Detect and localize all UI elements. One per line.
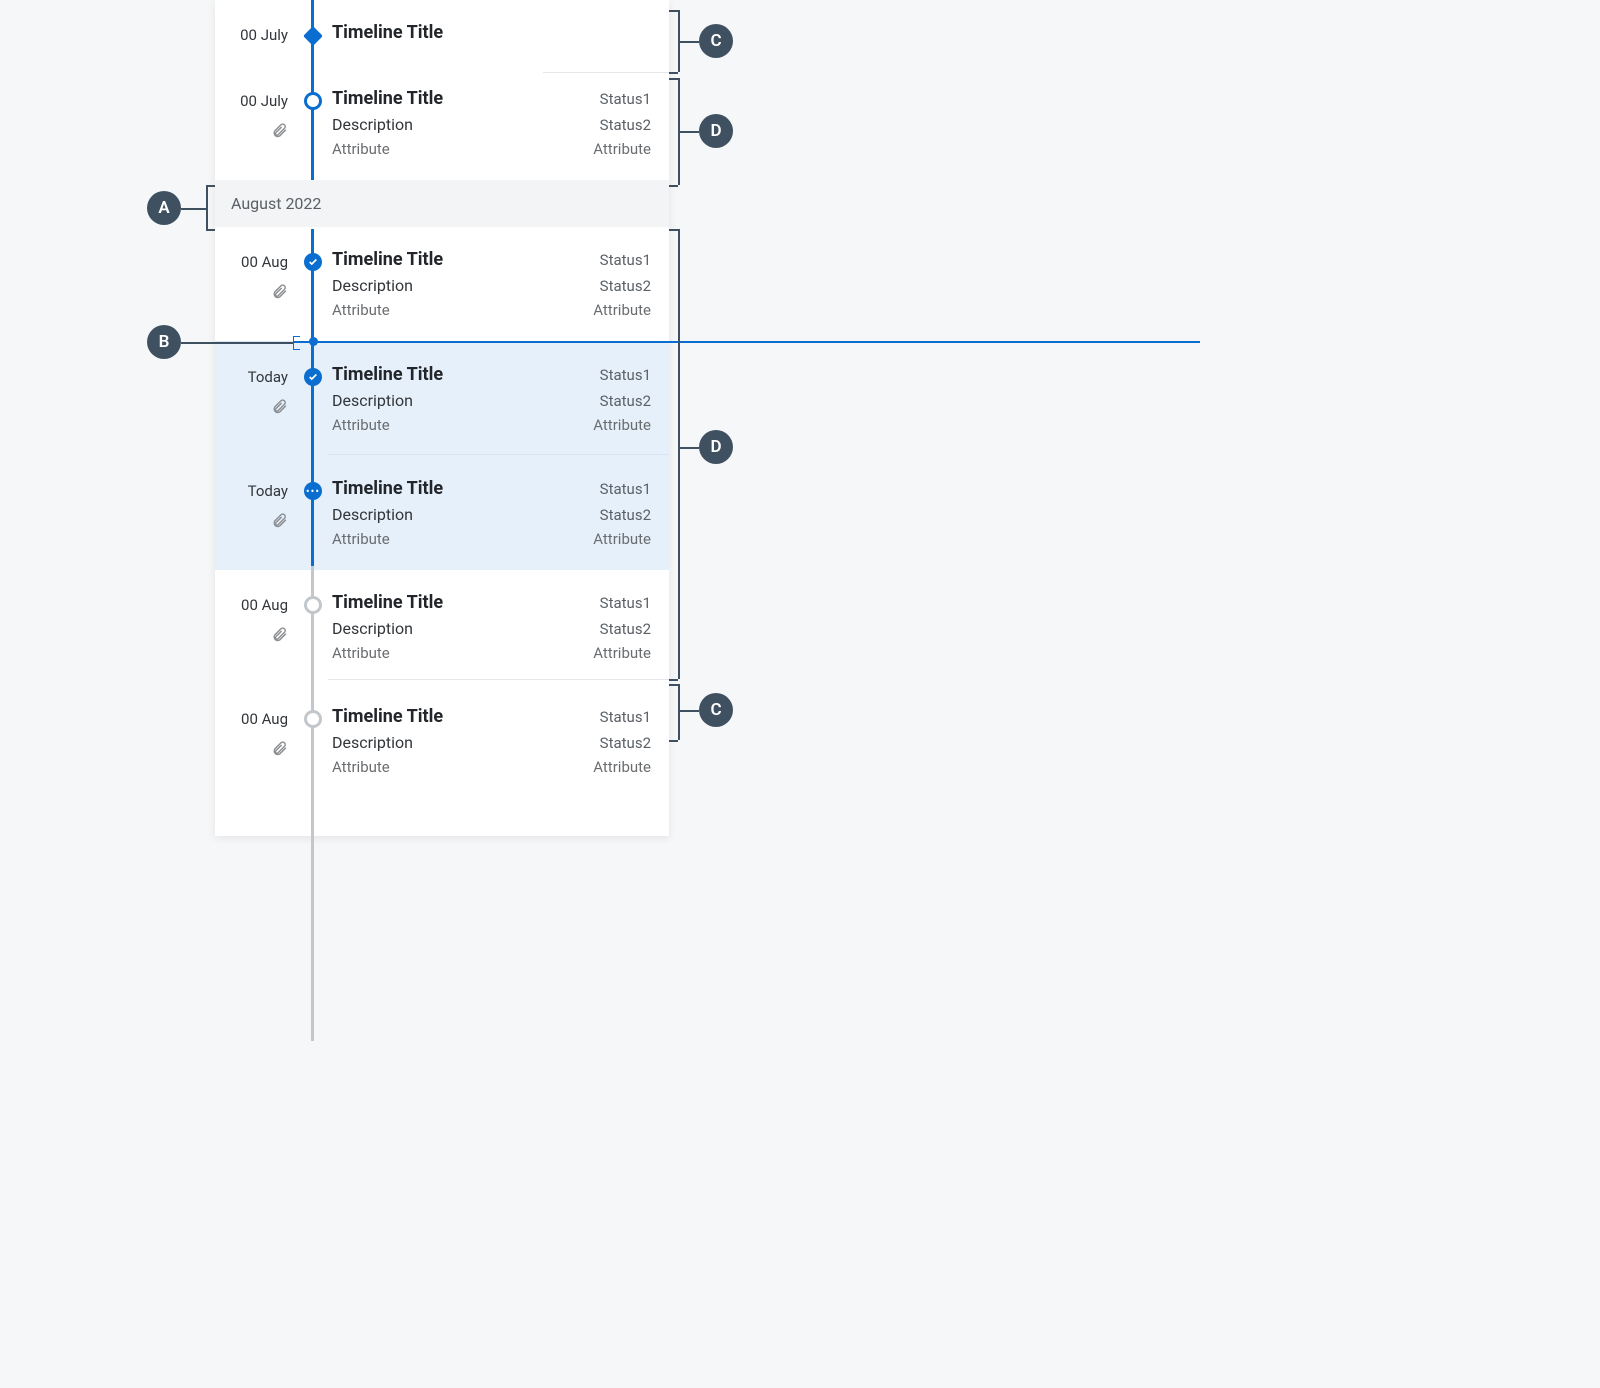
paperclip-icon xyxy=(215,122,288,143)
annotation-connector xyxy=(206,185,208,229)
annotation-bubble-a: A xyxy=(147,191,181,225)
timeline-attribute: Attribute xyxy=(332,758,390,776)
timeline-attribute: Attribute xyxy=(593,416,651,434)
divider xyxy=(328,679,669,680)
status-text: Status1 xyxy=(600,251,651,269)
status-text: Status2 xyxy=(600,620,651,638)
timeline-date: Today xyxy=(215,482,288,500)
timeline-description: Description xyxy=(332,391,413,410)
timeline-title: Timeline Title xyxy=(332,364,443,385)
status-text: Status1 xyxy=(600,708,651,726)
timeline-title: Timeline Title xyxy=(332,592,443,613)
annotation-connector xyxy=(678,447,699,449)
annotation-bubble-d: D xyxy=(699,114,733,148)
annotation-connector xyxy=(669,679,678,681)
annotation-bubble-b: B xyxy=(147,325,181,359)
annotation-connector xyxy=(678,41,699,43)
paperclip-icon xyxy=(215,283,288,304)
timeline-attribute: Attribute xyxy=(332,301,390,319)
timeline-description: Description xyxy=(332,276,413,295)
annotation-connector xyxy=(669,72,678,74)
timeline-group-header: August 2022 xyxy=(215,180,669,227)
open-node-icon xyxy=(304,710,322,728)
annotation-connector xyxy=(669,78,678,80)
timeline-date: 00 Aug xyxy=(215,710,288,728)
timeline-attribute: Attribute xyxy=(332,140,390,158)
timeline-attribute: Attribute xyxy=(593,140,651,158)
open-node-icon xyxy=(304,596,322,614)
timeline-item[interactable]: 00 Aug Timeline Title Status1 Description… xyxy=(215,684,669,836)
annotation-connector xyxy=(678,131,699,133)
diamond-node-icon xyxy=(303,26,323,46)
timeline-title: Timeline Title xyxy=(332,249,443,270)
annotation-connector xyxy=(678,229,680,679)
timeline-attribute: Attribute xyxy=(593,530,651,548)
timeline-description: Description xyxy=(332,115,413,134)
timeline-track xyxy=(311,229,314,566)
timeline-description: Description xyxy=(332,505,413,524)
paperclip-icon xyxy=(215,398,288,419)
timeline-date: 00 July xyxy=(215,26,288,44)
status-text: Status1 xyxy=(600,366,651,384)
status-text: Status1 xyxy=(600,480,651,498)
divider xyxy=(543,72,669,73)
check-node-icon xyxy=(304,368,322,386)
timeline-attribute: Attribute xyxy=(332,644,390,662)
ellipsis-node-icon: ••• xyxy=(304,482,322,500)
divider xyxy=(328,454,669,455)
timeline-item[interactable]: Today Timeline Title Status1 Description S… xyxy=(215,341,669,456)
timeline-description: Description xyxy=(332,619,413,638)
status-text: Status1 xyxy=(600,90,651,108)
open-node-icon xyxy=(304,92,322,110)
annotation-connector xyxy=(181,208,206,210)
annotation-bubble-d: D xyxy=(699,430,733,464)
status-text: Status1 xyxy=(600,594,651,612)
annotation-connector xyxy=(206,229,215,231)
annotation-connector xyxy=(678,684,680,740)
today-marker xyxy=(293,341,1200,343)
timeline-date: 00 Aug xyxy=(215,596,288,614)
timeline-description: Description xyxy=(332,733,413,752)
annotation-connector xyxy=(678,78,680,185)
paperclip-icon xyxy=(215,740,288,761)
timeline-attribute: Attribute xyxy=(332,416,390,434)
check-node-icon xyxy=(304,253,322,271)
timeline-attribute: Attribute xyxy=(332,530,390,548)
annotation-connector xyxy=(206,185,215,187)
paperclip-icon xyxy=(215,512,288,533)
timeline-track xyxy=(311,566,314,1041)
annotation-connector xyxy=(678,10,680,72)
timeline-title: Timeline Title xyxy=(332,88,443,109)
status-text: Status2 xyxy=(600,116,651,134)
status-text: Status2 xyxy=(600,392,651,410)
timeline-panel: 00 July Timeline Title 00 July Timeline … xyxy=(215,0,669,836)
annotation-bubble-c: C xyxy=(699,693,733,727)
annotation-connector xyxy=(669,10,678,12)
timeline-title: Timeline Title xyxy=(332,22,443,43)
annotation-bubble-c: C xyxy=(699,24,733,58)
paperclip-icon xyxy=(215,626,288,647)
timeline-item[interactable]: Today ••• Timeline Title Status1 Descript… xyxy=(215,456,669,570)
annotation-connector xyxy=(669,684,678,686)
annotation-connector xyxy=(678,710,699,712)
timeline-item[interactable]: 00 Aug Timeline Title Status1 Description… xyxy=(215,227,669,341)
annotation-connector xyxy=(669,185,678,187)
timeline-attribute: Attribute xyxy=(593,758,651,776)
timeline-attribute: Attribute xyxy=(593,644,651,662)
timeline-item[interactable]: 00 July Timeline Title Status1 Descriptio… xyxy=(215,66,669,180)
annotation-connector xyxy=(181,342,293,344)
annotation-connector xyxy=(669,229,678,231)
timeline-item[interactable]: 00 Aug Timeline Title Status1 Description… xyxy=(215,570,669,684)
timeline-item[interactable]: 00 July Timeline Title xyxy=(215,0,669,66)
timeline-attribute: Attribute xyxy=(593,301,651,319)
timeline-title: Timeline Title xyxy=(332,706,443,727)
timeline-date: 00 Aug xyxy=(215,253,288,271)
status-text: Status2 xyxy=(600,734,651,752)
timeline-date: Today xyxy=(215,368,288,386)
timeline-date: 00 July xyxy=(215,92,288,110)
annotation-connector xyxy=(669,740,678,742)
timeline-title: Timeline Title xyxy=(332,478,443,499)
status-text: Status2 xyxy=(600,506,651,524)
status-text: Status2 xyxy=(600,277,651,295)
